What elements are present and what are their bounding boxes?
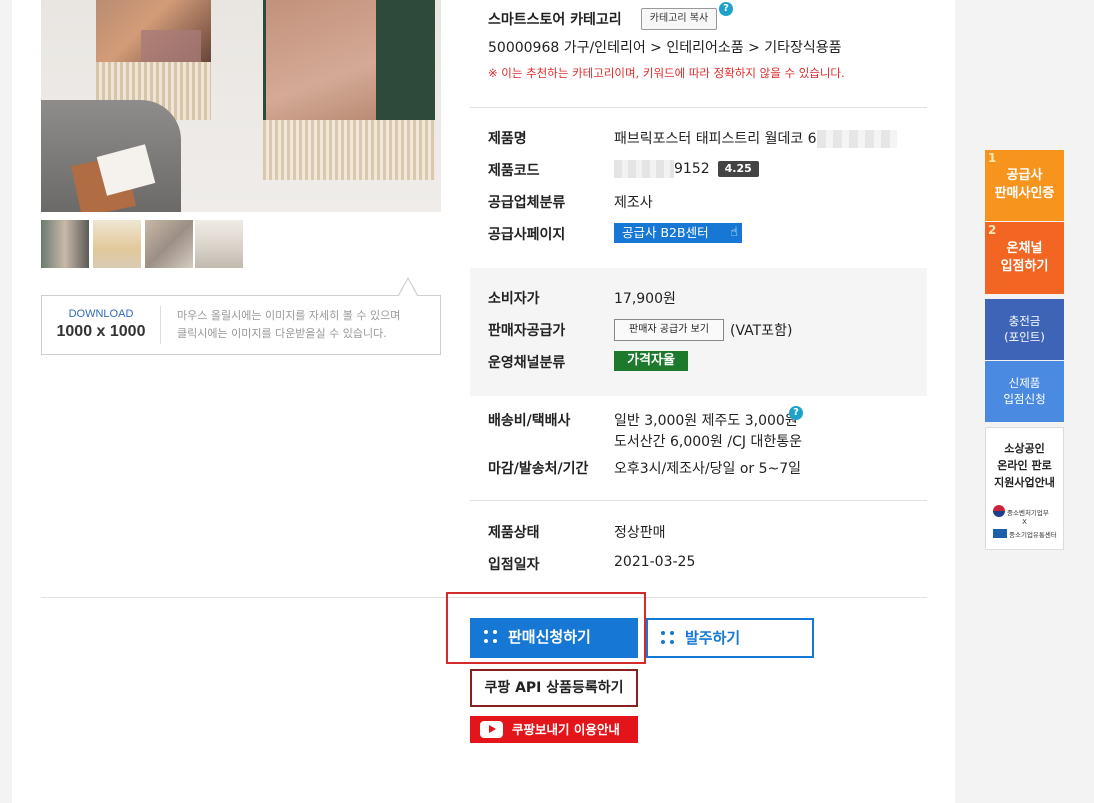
- side-num-1: 1: [988, 151, 997, 165]
- coupang-guide-button[interactable]: 쿠팡보내기 이용안내: [470, 716, 638, 743]
- dots-icon: [661, 631, 675, 645]
- support-line1: 소상공인: [1004, 442, 1045, 455]
- side-charge-points[interactable]: 충전금 (포인트): [985, 299, 1064, 360]
- shipping-help-icon[interactable]: ?: [789, 406, 803, 420]
- product-code-text: 9152: [674, 161, 710, 177]
- divider: [160, 306, 161, 344]
- seller-price-button[interactable]: 판매자 공급가 보기: [614, 319, 724, 341]
- supplier-b2b-button[interactable]: 공급사 B2B센터 ☝: [614, 223, 742, 243]
- support-line3: 지원사업안내: [994, 476, 1055, 489]
- vat-note: (VAT포함): [730, 323, 793, 339]
- thumbnail-1[interactable]: [41, 220, 89, 268]
- supplier-page-label: 공급사페이지: [488, 227, 566, 243]
- agency-logo-icon: [993, 529, 1007, 538]
- supplier-type-label: 공급업체분류: [488, 195, 566, 211]
- youtube-icon: [480, 721, 503, 738]
- category-title: 스마트스토어 카테고리: [488, 12, 622, 28]
- tapestry-right-pattern: [266, 0, 376, 130]
- category-path: 50000968 가구/인테리어 > 인테리어소품 > 기타장식용품: [488, 40, 842, 56]
- deadline-label: 마감/발송처/기간: [488, 461, 589, 477]
- download-desc-line1: 마우스 올릴시에는 이미지를 자세히 볼 수 있으며: [177, 309, 401, 322]
- entry-date-label: 입점일자: [488, 557, 540, 573]
- product-code-label: 제품코드: [488, 163, 540, 179]
- product-name-text: 패브릭포스터 태피스트리 월데코 6: [614, 131, 817, 147]
- side-supplier-cert[interactable]: 1 공급사 판매사인증: [985, 150, 1064, 221]
- shipping-fee-line2: 도서산간 6,000원 /CJ 대한통운: [614, 434, 802, 450]
- thumbnail-2[interactable]: [93, 220, 141, 268]
- product-state-label: 제품상태: [488, 525, 540, 541]
- shipping-fee-line1: 일반 3,000원 제주도 3,000원: [614, 413, 798, 429]
- dots-icon: [484, 630, 498, 644]
- consumer-price-label: 소비자가: [488, 291, 540, 307]
- download-size: 1000 x 1000: [56, 323, 146, 340]
- side-num-2: 2: [988, 223, 997, 237]
- tooltip-arrow-inner: [399, 279, 417, 296]
- order-label: 발주하기: [685, 629, 741, 647]
- product-state-value: 정상판매: [614, 525, 666, 541]
- side-item1-line2: 판매사인증: [994, 186, 1055, 201]
- copy-category-button[interactable]: 카테고리 복사: [641, 8, 717, 30]
- side-item3-line2: (포인트): [1004, 330, 1045, 344]
- side-item2-line2: 입점하기: [1000, 259, 1049, 274]
- coupang-guide-label: 쿠팡보내기 이용안내: [512, 722, 620, 737]
- seller-price-label: 판매자공급가: [488, 323, 566, 339]
- sell-apply-label: 판매신청하기: [508, 628, 591, 646]
- blurred-code: [614, 160, 674, 178]
- tapestry-right-fringe: [263, 120, 435, 180]
- download-desc: 마우스 올릴시에는 이미지를 자세히 볼 수 있으며 클릭시에는 이미지를 다운…: [177, 307, 437, 343]
- left-gutter: [0, 0, 12, 803]
- product-name-value: 패브릭포스터 태피스트리 월데코 6: [614, 128, 897, 148]
- download-box[interactable]: DOWNLOAD 1000 x 1000 마우스 올릴시에는 이미지를 자세히 …: [41, 295, 441, 355]
- product-code-value: 9152 4.25: [614, 160, 759, 178]
- x-mark: X: [1022, 518, 1027, 526]
- order-button[interactable]: 발주하기: [646, 618, 814, 658]
- thumbnail-3[interactable]: [145, 220, 193, 268]
- support-line2: 온라인 판로: [997, 459, 1052, 472]
- supplier-type-value: 제조사: [614, 195, 653, 211]
- side-new-product[interactable]: 신제품 입점신청: [985, 361, 1064, 422]
- coupang-api-button[interactable]: 쿠팡 API 상품등록하기: [470, 669, 638, 707]
- hand-pointer-icon: ☝: [730, 225, 738, 240]
- support-program-banner[interactable]: 소상공인 온라인 판로 지원사업안내 중소벤처기업부 X 중소기업유통센터: [985, 427, 1064, 550]
- product-name-label: 제품명: [488, 131, 527, 147]
- channel-label: 운영채널분류: [488, 355, 566, 371]
- thumbnail-strip: [41, 220, 251, 268]
- divider: [470, 500, 927, 501]
- supplier-b2b-label: 공급사 B2B센터: [622, 225, 709, 240]
- download-desc-line2: 클릭시에는 이미지를 다운받을실 수 있습니다.: [177, 327, 387, 340]
- gov-emblem-icon: [993, 505, 1005, 517]
- code-badge: 4.25: [717, 161, 759, 177]
- side-item4-line2: 입점신청: [1003, 392, 1046, 406]
- support-text: 소상공인 온라인 판로 지원사업안내: [986, 440, 1063, 491]
- help-icon[interactable]: ?: [719, 2, 733, 16]
- consumer-price-value: 17,900원: [614, 291, 676, 307]
- side-item4-line1: 신제품: [1008, 376, 1041, 390]
- sell-apply-button[interactable]: 판매신청하기: [470, 618, 638, 658]
- blurred-text: [816, 130, 897, 148]
- thumbnail-4[interactable]: [195, 220, 243, 268]
- entry-date-value: 2021-03-25: [614, 554, 696, 570]
- side-item1-line1: 공급사: [1006, 168, 1043, 183]
- side-onchannel-join[interactable]: 2 온채널 입점하기: [985, 222, 1064, 294]
- product-main-image[interactable]: [41, 0, 441, 212]
- deadline-value: 오후3시/제조사/당일 or 5~7일: [614, 461, 802, 477]
- channel-badge: 가격자율: [614, 351, 688, 371]
- divider: [470, 107, 927, 108]
- side-item3-line1: 충전금: [1008, 314, 1041, 328]
- category-warning: ※ 이는 추천하는 카테고리이며, 키워드에 따라 정확하지 않을 수 있습니다…: [488, 66, 845, 80]
- download-label: DOWNLOAD: [68, 308, 134, 320]
- gov-org: 중소벤처기업부: [1007, 509, 1049, 517]
- agency-name: 중소기업유통센터: [1009, 531, 1057, 539]
- shipping-fee-label: 배송비/택배사: [488, 413, 571, 429]
- side-item2-line1: 온채널: [1006, 241, 1043, 256]
